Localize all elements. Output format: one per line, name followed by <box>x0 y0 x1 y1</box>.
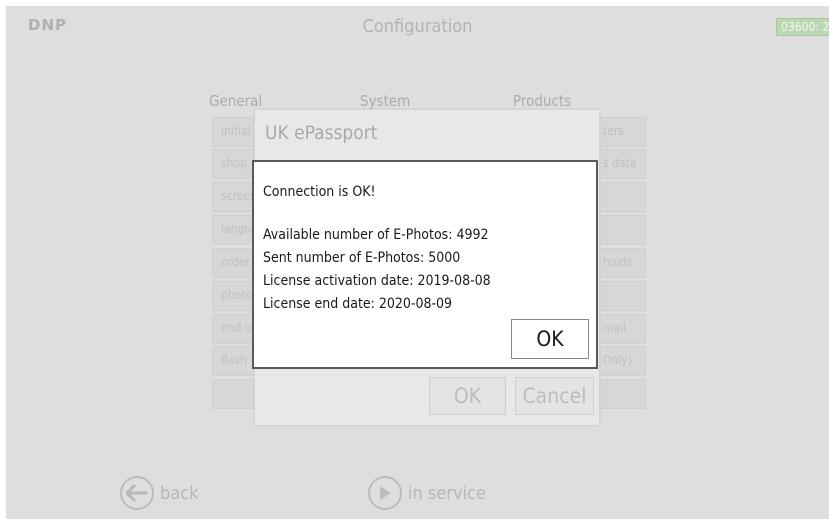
row-label: Only) <box>603 353 632 367</box>
row-label: mail <box>603 321 627 335</box>
row-label: s data <box>603 156 637 170</box>
in-service-button[interactable]: in service <box>368 476 486 510</box>
configuration-screen: DNP Configuration 03600: 24 General Syst… <box>6 6 829 519</box>
row-label: shop <box>221 156 247 170</box>
cancel-button[interactable]: Cancel <box>515 377 594 415</box>
confirm-ok-button[interactable]: OK <box>511 319 589 359</box>
page-title: Configuration <box>362 16 473 37</box>
back-arrow-circle-icon <box>120 476 154 510</box>
available-photos-text: Available number of E-Photos: 4992 <box>263 227 489 243</box>
back-button[interactable]: back <box>120 476 199 510</box>
row-label: initial <box>221 124 251 138</box>
row-label: flash <box>221 353 247 367</box>
tab-system[interactable]: System <box>360 92 410 110</box>
ok-button[interactable]: OK <box>429 377 506 415</box>
back-label: back <box>160 482 199 504</box>
in-service-label: in service <box>408 482 486 504</box>
status-badge: 03600: 24 <box>776 18 829 36</box>
connection-status: Connection is OK! <box>263 184 376 200</box>
row-label: holds <box>603 255 632 269</box>
row-label: ters <box>603 124 624 138</box>
row-label: order <box>221 255 250 269</box>
end-date-text: License end date: 2020-08-09 <box>263 296 453 312</box>
play-circle-icon <box>368 476 402 510</box>
tab-general[interactable]: General <box>209 92 262 110</box>
activation-date-text: License activation date: 2019-08-08 <box>263 273 491 289</box>
sent-photos-text: Sent number of E-Photos: 5000 <box>263 250 461 266</box>
tab-products[interactable]: Products <box>513 92 571 110</box>
row-label: photo <box>221 288 253 302</box>
dialog-title: UK ePassport <box>265 122 378 144</box>
connection-result-dialog: Connection is OK! Available number of E-… <box>252 160 598 369</box>
